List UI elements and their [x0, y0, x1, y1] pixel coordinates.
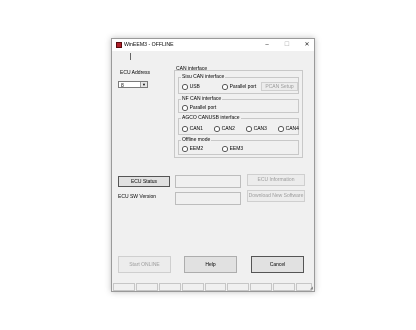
ecu-status-field	[175, 175, 241, 188]
sisu-can-title: Sisu CAN interface	[181, 74, 226, 80]
eem2-label: EEM2	[189, 146, 204, 152]
radio-circle[interactable]	[246, 126, 252, 132]
ecu-sw-version-field	[175, 192, 241, 205]
eem3-label: EEM3	[229, 146, 244, 152]
usb-radio[interactable]: USB	[182, 84, 200, 90]
can2-radio[interactable]: CAN2	[214, 126, 235, 132]
can1-label: CAN1	[189, 126, 203, 132]
status-cell	[135, 283, 158, 291]
radio-circle[interactable]	[182, 126, 188, 132]
eem3-radio[interactable]: EEM3	[222, 146, 243, 152]
radio-circle[interactable]	[182, 105, 188, 111]
ecu-address-select[interactable]: 8 ▼	[118, 81, 148, 89]
status-cell	[250, 283, 273, 291]
download-new-software-button[interactable]: Download New Software	[247, 190, 305, 202]
radio-circle[interactable]	[182, 146, 188, 152]
nf-parallel-port-label: Parallel port	[189, 105, 217, 111]
status-cell	[273, 283, 296, 291]
can4-radio[interactable]: CAN4	[278, 126, 299, 132]
status-cell	[204, 283, 227, 291]
ecu-status-button[interactable]: ECU Status	[118, 176, 170, 187]
cancel-button[interactable]: Cancel	[251, 256, 304, 273]
ecu-sw-version-label: ECU SW Version	[118, 194, 157, 200]
usb-radio-label: USB	[189, 84, 200, 90]
parallel-port-radio[interactable]: Parallel port	[222, 84, 256, 90]
chevron-down-icon[interactable]: ▼	[140, 82, 147, 87]
app-icon	[116, 42, 122, 48]
eem2-radio[interactable]: EEM2	[182, 146, 203, 152]
main-window: WinEEM3 - OFFLINE – ☐ ✕ ECU Address 8 ▼ …	[111, 38, 315, 292]
radio-circle[interactable]	[214, 126, 220, 132]
divider	[130, 53, 131, 60]
radio-circle[interactable]	[278, 126, 284, 132]
can-interface-group: Sisu CAN interface USB Parallel port PCA…	[174, 70, 303, 158]
offline-mode-group: Offline mode EEM2 EEM3	[178, 137, 299, 155]
maximize-button[interactable]: ☐	[282, 41, 292, 49]
start-online-button[interactable]: Start ONLINE	[118, 256, 171, 273]
can3-radio[interactable]: CAN3	[246, 126, 267, 132]
window-title: WinEEM3 - OFFLINE	[124, 42, 174, 48]
radio-circle[interactable]	[222, 146, 228, 152]
radio-circle[interactable]	[182, 84, 188, 90]
ecu-address-label: ECU Address	[120, 70, 151, 76]
title-bar[interactable]: WinEEM3 - OFFLINE – ☐ ✕	[112, 39, 314, 51]
sisu-can-group: Sisu CAN interface USB Parallel port PCA…	[178, 74, 299, 94]
agco-canusb-title: AGCO CANUSB interface	[181, 115, 241, 121]
can1-radio[interactable]: CAN1	[182, 126, 203, 132]
can2-label: CAN2	[221, 126, 235, 132]
nf-can-group: NF CAN interface Parallel port	[178, 96, 299, 113]
status-bar	[113, 283, 313, 291]
can4-label: CAN4	[285, 126, 299, 132]
pcan-setup-button[interactable]: PCAN Setup	[261, 82, 298, 91]
ecu-address-value: 8	[121, 83, 124, 89]
status-cell	[113, 283, 135, 291]
close-button[interactable]: ✕	[302, 41, 312, 49]
resize-grip-icon[interactable]: ◢	[310, 285, 313, 290]
status-cell	[158, 283, 181, 291]
status-cell	[181, 283, 204, 291]
offline-mode-title: Offline mode	[181, 137, 212, 143]
radio-circle[interactable]	[222, 84, 228, 90]
parallel-port-label: Parallel port	[229, 84, 257, 90]
nf-can-title: NF CAN interface	[181, 96, 223, 102]
can3-label: CAN3	[253, 126, 267, 132]
agco-canusb-group: AGCO CANUSB interface CAN1 CAN2 CAN3 CAN…	[178, 115, 299, 135]
minimize-button[interactable]: –	[262, 41, 272, 49]
help-button[interactable]: Help	[184, 256, 237, 273]
ecu-information-button[interactable]: ECU Information	[247, 174, 305, 186]
status-cell	[227, 283, 250, 291]
nf-parallel-port-radio[interactable]: Parallel port	[182, 105, 216, 111]
